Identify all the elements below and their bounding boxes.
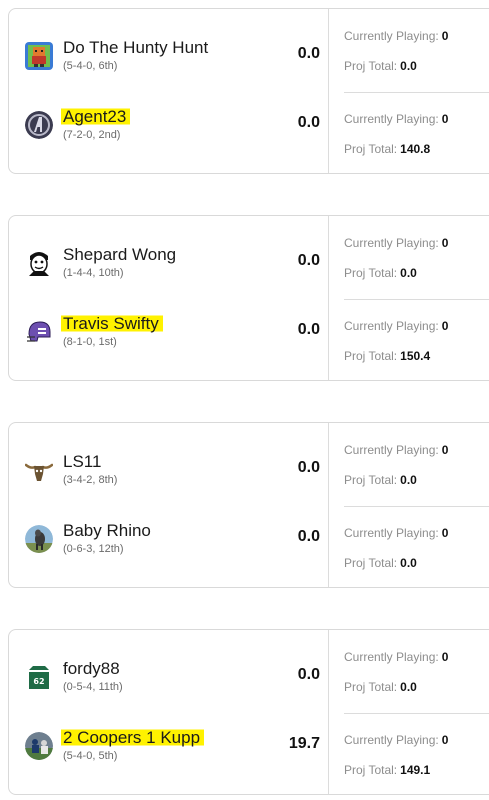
team-stats: Currently Playing: 0 Proj Total: 0.0 — [344, 234, 489, 304]
team-name[interactable]: Baby Rhino — [63, 521, 151, 541]
proj-total: Proj Total: 0.0 — [344, 680, 417, 694]
matchup-stats: Currently Playing: 0 Proj Total: 0.0 Curre… — [329, 423, 489, 587]
proj-total: Proj Total: 0.0 — [344, 473, 417, 487]
matchup-teams: 62 fordy88 (0-5-4, 11th) 0.0 2 Coopers 1… — [9, 630, 329, 794]
currently-playing: Currently Playing: 0 — [344, 236, 449, 250]
team-score: 0.0 — [297, 528, 320, 545]
team-stats: Currently Playing: 0 Proj Total: 150.4 — [344, 317, 489, 380]
team-name[interactable]: Do The Hunty Hunt — [63, 38, 208, 58]
team-stats: Currently Playing: 0 Proj Total: 140.8 — [344, 110, 489, 173]
team-score: 0.0 — [297, 666, 320, 683]
football-photo-icon — [25, 732, 53, 760]
svg-text:62: 62 — [33, 677, 44, 686]
team-name[interactable]: fordy88 — [63, 659, 120, 679]
proj-total: Proj Total: 0.0 — [344, 59, 417, 73]
avengers-logo-icon — [25, 111, 53, 139]
matchup-teams: Do The Hunty Hunt (5-4-0, 6th) 0.0 Agent… — [9, 9, 329, 173]
team-record: (5-4-0, 5th) — [63, 750, 118, 762]
team-stats: Currently Playing: 0 Proj Total: 0.0 — [344, 648, 489, 718]
team-score: 0.0 — [297, 459, 320, 476]
team-score: 0.0 — [297, 321, 320, 338]
team-name[interactable]: Agent23 — [61, 107, 131, 127]
team-record: (8-1-0, 1st) — [63, 336, 117, 348]
green-jersey-icon: 62 — [25, 663, 53, 691]
team-row[interactable]: Baby Rhino (0-6-3, 12th) 0.0 — [25, 517, 320, 561]
team-record: (1-4-4, 10th) — [63, 267, 124, 279]
team-score: 0.0 — [297, 114, 320, 131]
team-row[interactable]: 2 Coopers 1 Kupp (5-4-0, 5th) 19.7 — [25, 724, 320, 768]
team-row[interactable]: 62 fordy88 (0-5-4, 11th) 0.0 — [25, 655, 320, 699]
team-record: (3-4-2, 8th) — [63, 474, 118, 486]
currently-playing: Currently Playing: 0 — [344, 526, 449, 540]
cartoon-face-icon — [25, 249, 53, 277]
longhorn-skull-icon — [25, 456, 53, 484]
team-name[interactable]: Travis Swifty — [61, 314, 163, 334]
team-record: (0-5-4, 11th) — [63, 681, 123, 693]
team-score: 19.7 — [288, 735, 320, 752]
team-stats: Currently Playing: 0 Proj Total: 0.0 — [344, 27, 489, 97]
team-row[interactable]: Travis Swifty (8-1-0, 1st) 0.0 — [25, 310, 320, 354]
team-record: (7-2-0, 2nd) — [63, 129, 121, 141]
currently-playing: Currently Playing: 0 — [344, 319, 449, 333]
currently-playing: Currently Playing: 0 — [344, 29, 449, 43]
proj-total: Proj Total: 140.8 — [344, 142, 431, 156]
team-stats: Currently Playing: 0 Proj Total: 149.1 — [344, 731, 489, 794]
matchup-stats: Currently Playing: 0 Proj Total: 0.0 Curre… — [329, 9, 489, 173]
matchup-card[interactable]: Shepard Wong (1-4-4, 10th) 0.0 Travis Sw… — [8, 215, 489, 381]
team-score: 0.0 — [297, 45, 320, 62]
matchup-teams: Shepard Wong (1-4-4, 10th) 0.0 Travis Sw… — [9, 216, 329, 380]
team-row[interactable]: LS11 (3-4-2, 8th) 0.0 — [25, 448, 320, 492]
pixel-character-icon — [25, 42, 53, 70]
currently-playing: Currently Playing: 0 — [344, 650, 449, 664]
matchup-stats: Currently Playing: 0 Proj Total: 0.0 Curre… — [329, 216, 489, 380]
stats-divider — [344, 92, 489, 93]
matchup-stats: Currently Playing: 0 Proj Total: 0.0 Curre… — [329, 630, 489, 794]
purple-helmet-icon — [25, 318, 53, 346]
team-row[interactable]: Do The Hunty Hunt (5-4-0, 6th) 0.0 — [25, 34, 320, 78]
team-name[interactable]: 2 Coopers 1 Kupp — [61, 728, 205, 748]
proj-total: Proj Total: 0.0 — [344, 266, 417, 280]
team-row[interactable]: Shepard Wong (1-4-4, 10th) 0.0 — [25, 241, 320, 285]
matchup-teams: LS11 (3-4-2, 8th) 0.0 Baby Rhino (0-6-3,… — [9, 423, 329, 587]
stats-divider — [344, 506, 489, 507]
currently-playing: Currently Playing: 0 — [344, 733, 449, 747]
proj-total: Proj Total: 149.1 — [344, 763, 431, 777]
team-stats: Currently Playing: 0 Proj Total: 0.0 — [344, 441, 489, 511]
currently-playing: Currently Playing: 0 — [344, 112, 449, 126]
goat-photo-icon — [25, 525, 53, 553]
proj-total: Proj Total: 150.4 — [344, 349, 431, 363]
team-record: (0-6-3, 12th) — [63, 543, 124, 555]
matchup-card[interactable]: 62 fordy88 (0-5-4, 11th) 0.0 2 Coopers 1… — [8, 629, 489, 795]
matchup-card[interactable]: Do The Hunty Hunt (5-4-0, 6th) 0.0 Agent… — [8, 8, 489, 174]
stats-divider — [344, 713, 489, 714]
team-score: 0.0 — [297, 252, 320, 269]
proj-total: Proj Total: 0.0 — [344, 556, 417, 570]
team-record: (5-4-0, 6th) — [63, 60, 118, 72]
matchup-card[interactable]: LS11 (3-4-2, 8th) 0.0 Baby Rhino (0-6-3,… — [8, 422, 489, 588]
currently-playing: Currently Playing: 0 — [344, 443, 449, 457]
team-row[interactable]: Agent23 (7-2-0, 2nd) 0.0 — [25, 103, 320, 147]
team-name[interactable]: LS11 — [63, 452, 101, 472]
stats-divider — [344, 299, 489, 300]
team-stats: Currently Playing: 0 Proj Total: 0.0 — [344, 524, 489, 587]
team-name[interactable]: Shepard Wong — [63, 245, 176, 265]
